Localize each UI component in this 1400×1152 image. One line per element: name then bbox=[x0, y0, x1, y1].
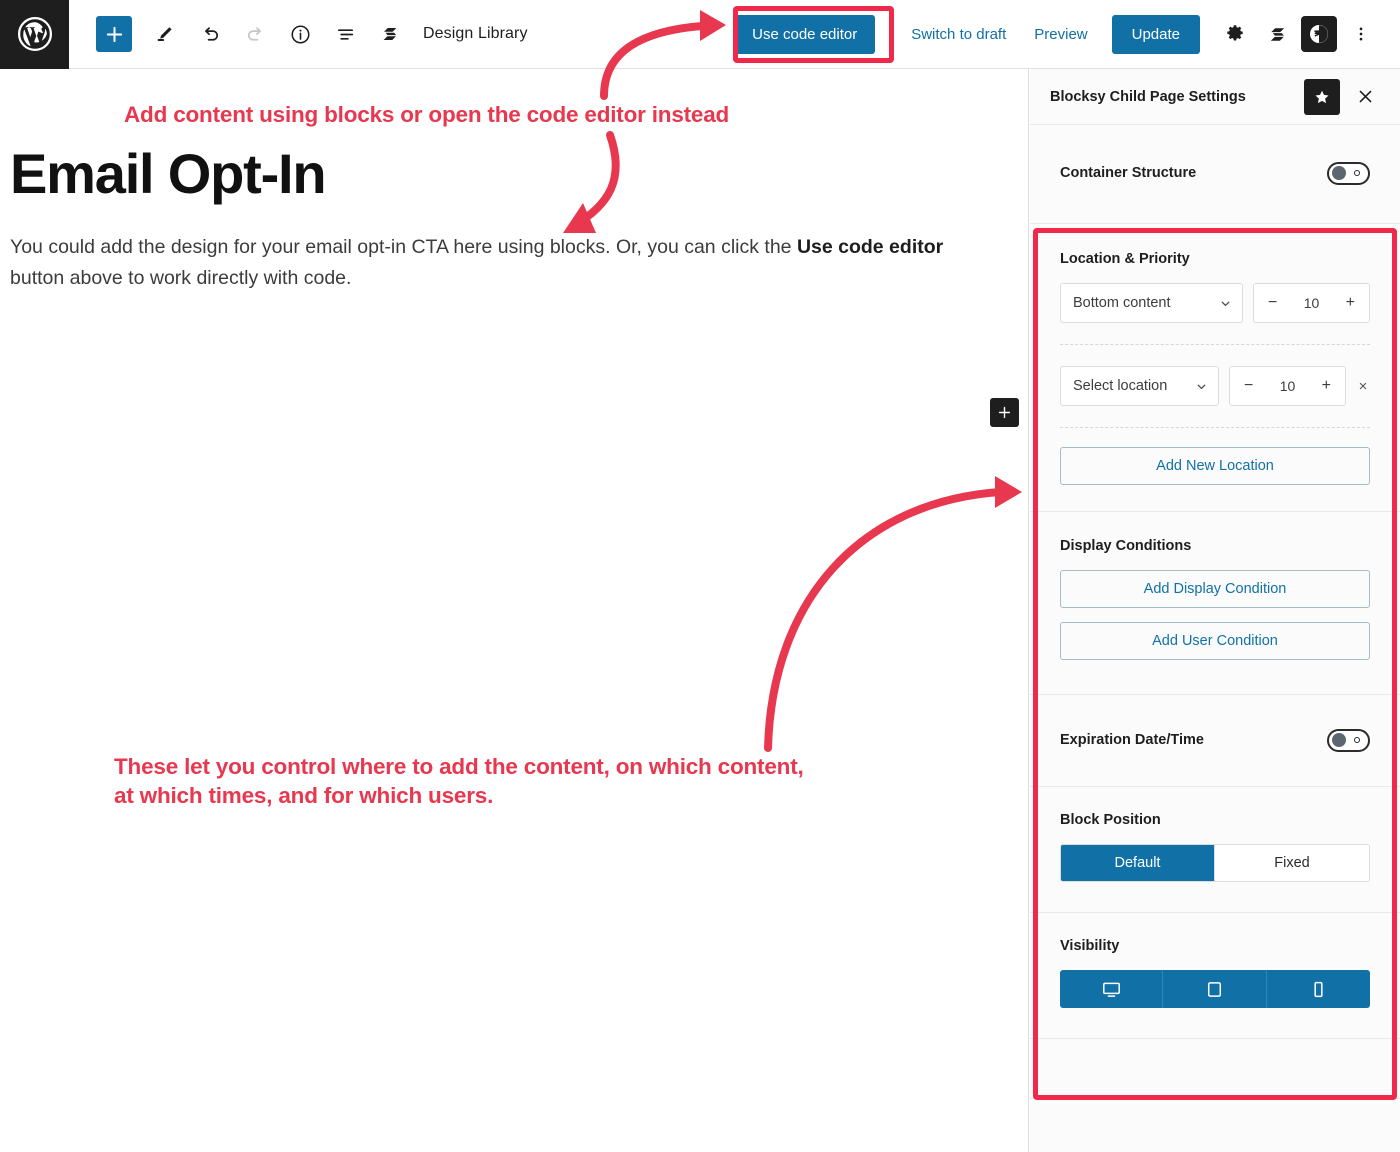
close-icon bbox=[1359, 90, 1371, 103]
settings-gear-icon[interactable] bbox=[1214, 13, 1256, 55]
toggle-knob bbox=[1332, 166, 1346, 180]
visibility-mobile-button[interactable] bbox=[1266, 970, 1370, 1008]
location-row: Bottom content − 10 + bbox=[1060, 283, 1370, 323]
display-conditions-section: Display Conditions Add Display Condition… bbox=[1030, 512, 1400, 695]
wordpress-logo-icon bbox=[17, 16, 52, 52]
container-structure-label: Container Structure bbox=[1060, 165, 1197, 181]
pin-panel-button[interactable] bbox=[1304, 78, 1340, 115]
container-structure-toggle[interactable] bbox=[1327, 161, 1370, 185]
blocksy-logo-icon bbox=[1301, 16, 1337, 52]
location-row: Select location − 10 + × bbox=[1060, 366, 1370, 406]
priority-decrement-1[interactable]: − bbox=[1268, 295, 1277, 311]
star-icon bbox=[1315, 90, 1329, 103]
wordpress-logo-button[interactable] bbox=[0, 0, 69, 69]
add-new-location-button[interactable]: Add New Location bbox=[1060, 447, 1370, 485]
paragraph-text-end: button above to work directly with code. bbox=[10, 267, 352, 289]
block-position-segmented-control: Default Fixed bbox=[1060, 844, 1370, 882]
location-priority-section: Location & Priority Bottom content − 10 … bbox=[1030, 224, 1400, 512]
update-button[interactable]: Update bbox=[1111, 14, 1200, 54]
visibility-desktop-button[interactable] bbox=[1060, 970, 1164, 1008]
priority-increment-2[interactable]: + bbox=[1322, 378, 1331, 394]
location-select-1-value: Bottom content bbox=[1073, 295, 1171, 311]
close-sidebar-button[interactable] bbox=[1348, 80, 1382, 114]
mobile-icon bbox=[1314, 981, 1323, 997]
priority-increment-1[interactable]: + bbox=[1346, 295, 1355, 311]
page-title[interactable]: Email Opt-In bbox=[10, 141, 327, 206]
block-position-section: Block Position Default Fixed bbox=[1030, 787, 1400, 913]
chevron-down-icon bbox=[1221, 301, 1230, 306]
editor-canvas: Email Opt-In You could add the design fo… bbox=[0, 69, 1029, 1152]
editor-toolbar: Design Library Use code editor Switch to… bbox=[0, 0, 1400, 69]
location-priority-title: Location & Priority bbox=[1060, 251, 1190, 267]
block-inserter-button[interactable] bbox=[990, 398, 1019, 427]
blocksy-logo-button[interactable] bbox=[1298, 13, 1340, 55]
edit-pencil-icon[interactable] bbox=[145, 14, 185, 54]
visibility-title: Visibility bbox=[1060, 938, 1120, 954]
redo-icon[interactable] bbox=[235, 14, 275, 54]
location-divider bbox=[1060, 344, 1370, 345]
toolbar-right-group: Use code editor Switch to draft Preview … bbox=[734, 0, 1400, 69]
add-display-condition-button[interactable]: Add Display Condition bbox=[1060, 570, 1370, 608]
visibility-device-group bbox=[1060, 970, 1370, 1008]
visibility-tablet-button[interactable] bbox=[1163, 970, 1267, 1008]
location-select-2-value: Select location bbox=[1073, 378, 1168, 394]
design-library-label[interactable]: Design Library bbox=[423, 25, 528, 43]
location-select-1[interactable]: Bottom content bbox=[1060, 283, 1243, 323]
sidebar-header: Blocksy Child Page Settings bbox=[1030, 69, 1400, 125]
block-position-option-default[interactable]: Default bbox=[1061, 845, 1215, 881]
expiration-section: Expiration Date/Time bbox=[1030, 695, 1400, 787]
undo-icon[interactable] bbox=[190, 14, 230, 54]
content-paragraph[interactable]: You could add the design for your email … bbox=[10, 232, 995, 294]
use-code-editor-button[interactable]: Use code editor bbox=[734, 14, 876, 54]
visibility-section: Visibility bbox=[1030, 913, 1400, 1039]
sidebar-title: Blocksy Child Page Settings bbox=[1050, 88, 1246, 105]
container-structure-section: Container Structure bbox=[1030, 125, 1400, 224]
paragraph-bold-term: Use code editor bbox=[796, 236, 944, 258]
settings-sidebar: Blocksy Child Page Settings Container St… bbox=[1030, 69, 1400, 1152]
remove-location-button[interactable]: × bbox=[1356, 378, 1370, 395]
expiration-label: Expiration Date/Time bbox=[1060, 732, 1204, 748]
paragraph-text-start: You could add the design for your email … bbox=[10, 236, 797, 258]
stackable-logo-icon[interactable] bbox=[1256, 13, 1298, 55]
more-options-icon[interactable] bbox=[1340, 13, 1382, 55]
priority-decrement-2[interactable]: − bbox=[1244, 378, 1253, 394]
add-block-icon[interactable] bbox=[96, 16, 132, 52]
preview-button[interactable]: Preview bbox=[1020, 16, 1101, 53]
sidebar-footer-spacer bbox=[1030, 1039, 1400, 1099]
priority-value-2[interactable]: 10 bbox=[1280, 378, 1296, 394]
display-conditions-title: Display Conditions bbox=[1060, 538, 1192, 554]
priority-value-1[interactable]: 10 bbox=[1304, 295, 1320, 311]
toggle-off-dot bbox=[1354, 170, 1360, 176]
add-user-condition-button[interactable]: Add User Condition bbox=[1060, 622, 1370, 660]
location-divider bbox=[1060, 427, 1370, 428]
toggle-off-dot bbox=[1354, 737, 1360, 743]
block-position-option-fixed[interactable]: Fixed bbox=[1215, 845, 1369, 881]
toolbar-left-group: Design Library bbox=[69, 0, 528, 69]
tablet-icon bbox=[1207, 981, 1222, 997]
block-position-title: Block Position bbox=[1060, 812, 1161, 828]
switch-to-draft-button[interactable]: Switch to draft bbox=[897, 16, 1020, 53]
priority-stepper-1[interactable]: − 10 + bbox=[1253, 283, 1370, 323]
expiration-toggle[interactable] bbox=[1327, 728, 1370, 752]
toggle-knob bbox=[1332, 733, 1346, 747]
info-icon[interactable] bbox=[280, 14, 320, 54]
location-select-2[interactable]: Select location bbox=[1060, 366, 1219, 406]
chevron-down-icon bbox=[1197, 384, 1206, 389]
stackable-logo-icon[interactable] bbox=[370, 14, 410, 54]
list-view-icon[interactable] bbox=[325, 14, 365, 54]
desktop-icon bbox=[1102, 982, 1120, 997]
priority-stepper-2[interactable]: − 10 + bbox=[1229, 366, 1346, 406]
